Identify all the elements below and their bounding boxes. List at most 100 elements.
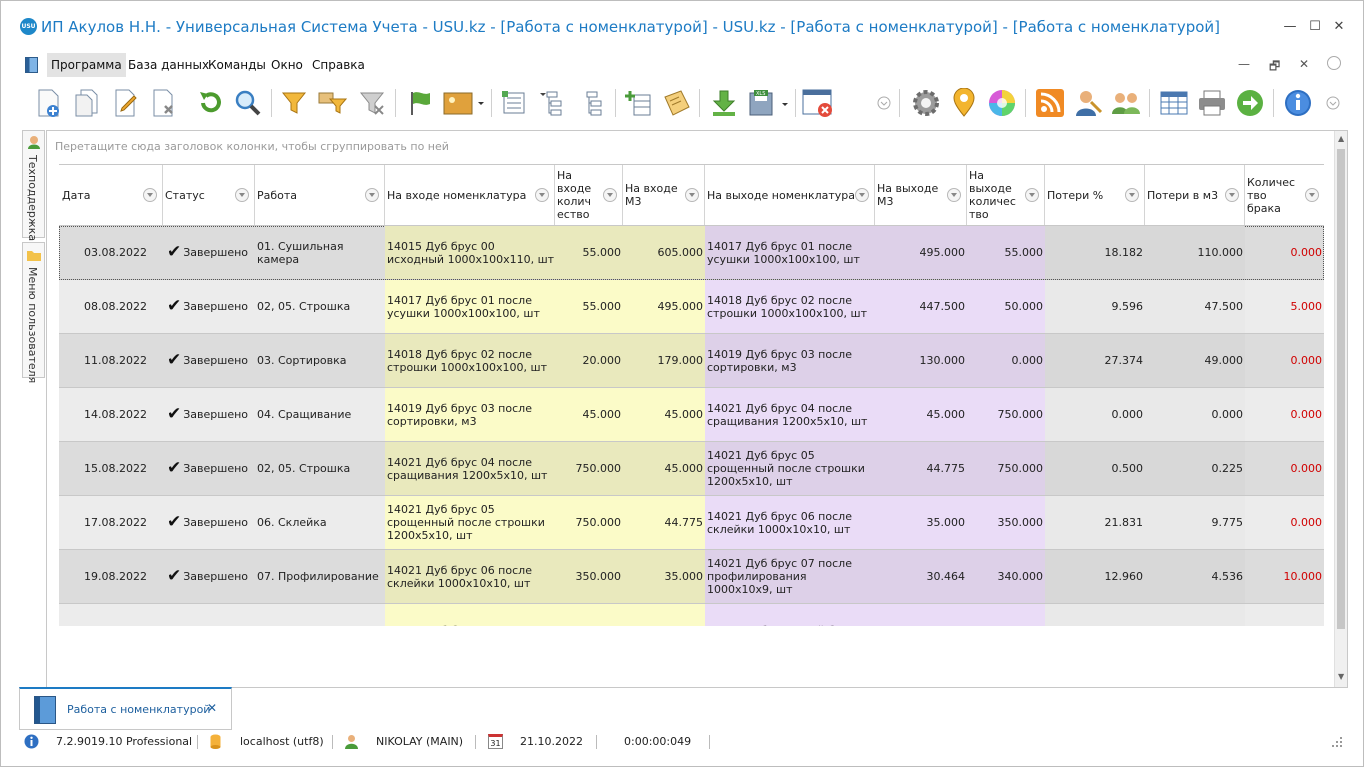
column-filter-icon[interactable] [685, 188, 699, 202]
work-cell[interactable]: 07. Профилирование [255, 550, 385, 603]
work-cell[interactable]: 04. Сращивание [255, 388, 385, 441]
output-m3-cell[interactable]: 30.464 [875, 550, 967, 603]
date-cell[interactable]: 17.08.2022 [59, 496, 163, 549]
column-filter-icon[interactable] [143, 188, 157, 202]
output-m3-cell[interactable]: 45.000 [875, 388, 967, 441]
column-header-loss-m3[interactable]: Потери в м3 [1145, 165, 1245, 225]
menu-help[interactable]: Справка [308, 53, 369, 77]
flag-icon[interactable] [403, 85, 437, 121]
output-qty-cell[interactable]: 50.000 [967, 280, 1045, 333]
output-item-cell[interactable]: 14021 Дуб брус 04 после сращивания 1200х… [705, 388, 875, 441]
scroll-thumb[interactable] [1337, 149, 1345, 629]
menu-program[interactable]: Программа [47, 53, 126, 77]
loss-m3-cell[interactable]: 4.536 [1145, 550, 1245, 603]
download-icon[interactable] [707, 85, 741, 121]
loss-m3-cell[interactable]: 0.225 [1145, 442, 1245, 495]
output-qty-cell[interactable]: 750.000 [967, 442, 1045, 495]
work-cell[interactable]: 01. Сушильная камера [255, 226, 385, 279]
column-filter-icon[interactable] [1025, 188, 1039, 202]
output-qty-cell[interactable]: 55.000 [967, 226, 1045, 279]
delete-icon[interactable] [147, 85, 181, 121]
loss-pct-cell[interactable]: 12.960 [1045, 550, 1145, 603]
users-icon[interactable] [1109, 85, 1143, 121]
loss-m3-cell[interactable]: 0.000 [1145, 388, 1245, 441]
user-icon[interactable] [1071, 85, 1105, 121]
output-m3-cell[interactable]: 44.775 [875, 442, 967, 495]
input-m3-cell[interactable]: 44.775 [623, 496, 705, 549]
add-row-icon[interactable] [621, 85, 655, 121]
loss-pct-cell[interactable]: 9.596 [1045, 280, 1145, 333]
date-cell[interactable]: 14.08.2022 [59, 388, 163, 441]
input-m3-cell[interactable]: 35.000 [623, 550, 705, 603]
output-qty-cell[interactable]: 340.000 [967, 550, 1045, 603]
input-m3-cell[interactable]: 45.000 [623, 442, 705, 495]
scroll-down-icon[interactable]: ▼ [1338, 672, 1344, 681]
status-cell[interactable]: ✔ Завершено [163, 442, 255, 495]
work-cell[interactable]: 06. Склейка [255, 496, 385, 549]
input-item-cell[interactable]: 14021 Дуб брус 04 после сращивания 1200х… [385, 442, 555, 495]
collapse-menu-icon[interactable] [1327, 56, 1341, 70]
input-qty-cell[interactable]: 55.000 [555, 226, 623, 279]
status-cell[interactable]: ✔ Завершено [163, 496, 255, 549]
date-cell[interactable]: 03.08.2022 [59, 226, 163, 279]
column-filter-icon[interactable] [1125, 188, 1139, 202]
defect-cell[interactable]: 0.000 [1245, 334, 1324, 387]
status-cell[interactable]: ✔ Завершено [163, 334, 255, 387]
column-header-status[interactable]: Статус [163, 165, 255, 225]
defect-cell[interactable]: 0.000 [1245, 226, 1324, 279]
vertical-scrollbar[interactable]: ▲ ▼ [1334, 131, 1347, 687]
status-cell[interactable]: ✔ Завершено [163, 388, 255, 441]
loss-pct-cell[interactable]: 0.500 [1045, 442, 1145, 495]
input-item-cell[interactable]: 14019 Дуб брус 03 после сортировки, м3 [385, 388, 555, 441]
status-cell[interactable]: ✔ Завершено [163, 280, 255, 333]
search-icon[interactable] [231, 85, 265, 121]
input-m3-cell[interactable]: 179.000 [623, 334, 705, 387]
input-m3-cell[interactable]: 495.000 [623, 280, 705, 333]
table-icon[interactable] [1157, 85, 1191, 121]
output-item-cell[interactable]: 14021 Дуб брус 06 после склейки 1000х10х… [705, 496, 875, 549]
location-icon[interactable] [947, 85, 981, 121]
scroll-up-icon[interactable]: ▲ [1338, 134, 1344, 143]
print-icon[interactable] [1195, 85, 1229, 121]
table-row[interactable]: 08.08.2022 ✔ Завершено 02, 05. Строшка 14017… [59, 280, 1324, 334]
date-cell[interactable] [59, 604, 163, 626]
maximize-button[interactable]: ☐ [1304, 17, 1326, 37]
status-cell[interactable]: ✔ Завершено [163, 226, 255, 279]
input-item-cell[interactable]: 14018 Дуб брус 02 после строшки 1000х100… [385, 334, 555, 387]
output-qty-cell[interactable]: 750.000 [967, 388, 1045, 441]
filter-row-icon[interactable] [315, 85, 349, 121]
go-icon[interactable] [1233, 85, 1267, 121]
output-item-cell[interactable]: 14021 Дуб стеновой брус [705, 604, 875, 626]
close-tab-icon[interactable]: ✕ [207, 701, 217, 715]
work-cell[interactable]: 02, 05. Строшка [255, 280, 385, 333]
refresh-icon[interactable] [193, 85, 227, 121]
output-item-cell[interactable]: 14019 Дуб брус 03 после сортировки, м3 [705, 334, 875, 387]
defect-cell[interactable]: 0.000 [1245, 388, 1324, 441]
loss-m3-cell[interactable] [1145, 604, 1245, 626]
output-m3-cell[interactable] [875, 604, 967, 626]
mdi-restore-button[interactable]: 🗗 [1269, 57, 1280, 78]
input-m3-cell[interactable]: 605.000 [623, 226, 705, 279]
column-filter-icon[interactable] [855, 188, 869, 202]
document-tab[interactable]: Работа с номенклатурой ✕ [19, 687, 232, 730]
column-header-output-m3[interactable]: На выходе М3 [875, 165, 967, 225]
column-header-loss-pct[interactable]: Потери % [1045, 165, 1145, 225]
input-item-cell[interactable]: 14021 Дуб брус 07 после [385, 604, 555, 626]
work-cell[interactable]: 03. Сортировка [255, 334, 385, 387]
menu-database[interactable]: База данных [124, 53, 213, 77]
tab-tech-support[interactable]: Техподдержка [22, 130, 45, 241]
output-item-cell[interactable]: 14021 Дуб брус 07 после профилирования 1… [705, 550, 875, 603]
input-item-cell[interactable]: 14021 Дуб брус 06 после склейки 1000х10х… [385, 550, 555, 603]
rss-icon[interactable] [1033, 85, 1067, 121]
column-filter-icon[interactable] [1225, 188, 1239, 202]
input-item-cell[interactable]: 14017 Дуб брус 01 после усушки 1000х100х… [385, 280, 555, 333]
output-qty-cell[interactable]: 0.000 [967, 334, 1045, 387]
loss-pct-cell[interactable]: 18.182 [1045, 226, 1145, 279]
defect-cell[interactable] [1245, 604, 1324, 626]
group-panel-hint[interactable]: Перетащите сюда заголовок колонки, чтобы… [55, 140, 449, 153]
loss-m3-cell[interactable]: 49.000 [1145, 334, 1245, 387]
tree-expand-icon[interactable] [535, 85, 569, 121]
input-qty-cell[interactable]: 750.000 [555, 442, 623, 495]
output-item-cell[interactable]: 14021 Дуб брус 05 срощенный после строшк… [705, 442, 875, 495]
status-cell[interactable]: ✔ Завершено [163, 550, 255, 603]
